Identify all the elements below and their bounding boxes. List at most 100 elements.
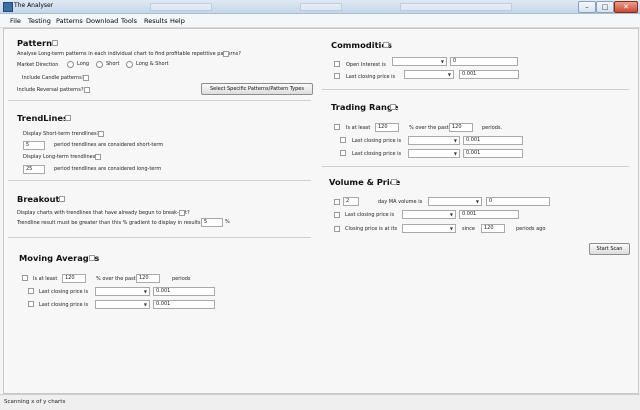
trading-range-enable-checkbox[interactable] bbox=[390, 104, 396, 110]
menu-results[interactable]: Results bbox=[144, 17, 167, 25]
status-text: Scanning x of y charts bbox=[4, 399, 66, 405]
closing-at-its-dropdown[interactable]: ▼ bbox=[402, 224, 456, 233]
maximize-button[interactable]: □ bbox=[596, 1, 614, 13]
menu-file[interactable]: File bbox=[10, 17, 21, 25]
short-term-period-input[interactable]: 5 bbox=[23, 141, 45, 150]
tr-last-close-2-checkbox[interactable] bbox=[340, 150, 346, 156]
breakouts-enable-checkbox[interactable] bbox=[59, 196, 65, 202]
tr-is-at-least-checkbox[interactable] bbox=[334, 124, 340, 130]
commodities-last-close-checkbox[interactable] bbox=[334, 73, 340, 79]
tr-last-close-2-input[interactable]: 0.001 bbox=[463, 149, 523, 158]
commodities-last-close-input[interactable]: 0.001 bbox=[459, 70, 519, 79]
market-direction-label: Market Direction bbox=[17, 62, 59, 68]
close-button[interactable]: ✕ bbox=[614, 1, 638, 13]
direction-long-short-radio[interactable] bbox=[126, 61, 133, 68]
ma-percent-input[interactable]: 120 bbox=[62, 274, 86, 283]
direction-short-radio[interactable] bbox=[96, 61, 103, 68]
section-divider bbox=[322, 89, 629, 90]
short-term-trendlines-label: Display Short-term trendlines? bbox=[23, 131, 100, 137]
tr-periods-label: periods. bbox=[482, 125, 503, 131]
tr-last-close-1-checkbox[interactable] bbox=[340, 137, 346, 143]
select-patterns-button[interactable]: Select Specific Patterns/Pattern Types bbox=[201, 83, 313, 95]
title-bar: The Analyser – □ ✕ bbox=[0, 0, 640, 14]
tr-last-close-1-dropdown[interactable]: ▼ bbox=[408, 136, 460, 145]
long-term-trendlines-checkbox[interactable] bbox=[95, 154, 101, 160]
open-interest-label: Open Interest is bbox=[346, 62, 386, 68]
vp-last-close-input[interactable]: 0.001 bbox=[459, 210, 519, 219]
tr-periods-input[interactable]: 120 bbox=[449, 123, 473, 132]
open-interest-dropdown[interactable]: ▼ bbox=[392, 57, 447, 66]
chevron-down-icon: ▼ bbox=[453, 138, 457, 143]
commodities-enable-checkbox[interactable] bbox=[383, 42, 389, 48]
ma-last-close-1-dropdown[interactable]: ▼ bbox=[95, 287, 150, 296]
ma-periods-input[interactable]: 120 bbox=[136, 274, 160, 283]
ma-is-at-least-checkbox[interactable] bbox=[22, 275, 28, 281]
volume-price-heading: Volume & Price bbox=[329, 177, 401, 187]
since-label: since bbox=[462, 226, 475, 232]
gradient-input[interactable]: 5 bbox=[201, 218, 223, 227]
ma-is-at-least-label: Is at least bbox=[33, 276, 58, 282]
vp-last-close-checkbox[interactable] bbox=[334, 212, 340, 218]
menu-patterns[interactable]: Patterns bbox=[56, 17, 83, 25]
ma-last-close-1-input[interactable]: 0.001 bbox=[153, 287, 215, 296]
menu-download[interactable]: Download bbox=[86, 17, 118, 25]
ma-volume-checkbox[interactable] bbox=[334, 199, 340, 205]
breakout-display-label: Display charts with trendlines that have… bbox=[17, 210, 190, 216]
direction-long-short-label: Long & Short bbox=[136, 61, 169, 67]
chevron-down-icon: ▼ bbox=[447, 72, 451, 77]
chevron-down-icon: ▼ bbox=[143, 289, 147, 294]
tr-last-close-1-label: Last closing price is bbox=[352, 138, 402, 144]
section-divider bbox=[8, 237, 311, 238]
short-term-trendlines-checkbox[interactable] bbox=[98, 131, 104, 137]
chevron-down-icon: ▼ bbox=[143, 302, 147, 307]
breakouts-heading: Breakouts bbox=[17, 194, 65, 204]
tr-last-close-2-label: Last closing price is bbox=[352, 151, 402, 157]
vp-last-close-dropdown[interactable]: ▼ bbox=[402, 210, 456, 219]
long-term-period-input[interactable]: 25 bbox=[23, 165, 45, 174]
ma-last-close-2-input[interactable]: 0.001 bbox=[153, 300, 215, 309]
section-divider bbox=[8, 100, 311, 101]
percent-label: % bbox=[225, 219, 230, 225]
menu-testing[interactable]: Testing bbox=[28, 17, 51, 25]
tr-last-close-2-dropdown[interactable]: ▼ bbox=[408, 149, 460, 158]
tr-percent-input[interactable]: 120 bbox=[375, 123, 399, 132]
trendlines-heading: TrendLines bbox=[17, 113, 68, 123]
patterns-enable-checkbox[interactable] bbox=[52, 40, 58, 46]
menu-bar: File Testing Patterns Download Tools Res… bbox=[0, 14, 640, 28]
long-term-period-label: period trendlines are considered long-te… bbox=[54, 166, 162, 172]
direction-long-radio[interactable] bbox=[67, 61, 74, 68]
ma-volume-dropdown[interactable]: ▼ bbox=[428, 197, 482, 206]
candle-patterns-label: Include Candle patterns? bbox=[22, 75, 85, 81]
analyse-patterns-checkbox[interactable] bbox=[223, 51, 229, 57]
tr-last-close-1-input[interactable]: 0.001 bbox=[463, 136, 523, 145]
closing-at-its-checkbox[interactable] bbox=[334, 226, 340, 232]
moving-averages-heading: Moving Averages bbox=[19, 253, 100, 263]
ma-last-close-2-checkbox[interactable] bbox=[28, 301, 34, 307]
reversal-patterns-checkbox[interactable] bbox=[84, 87, 90, 93]
chevron-down-icon: ▼ bbox=[449, 212, 453, 217]
ma-volume-days-input[interactable]: 2 bbox=[343, 197, 359, 206]
commodities-last-close-dropdown[interactable]: ▼ bbox=[404, 70, 454, 79]
candle-patterns-checkbox[interactable] bbox=[83, 75, 89, 81]
ma-last-close-1-checkbox[interactable] bbox=[28, 288, 34, 294]
moving-averages-enable-checkbox[interactable] bbox=[89, 255, 95, 261]
menu-tools[interactable]: Tools bbox=[121, 17, 137, 25]
minimize-button[interactable]: – bbox=[578, 1, 596, 13]
chevron-down-icon: ▼ bbox=[453, 151, 457, 156]
open-interest-input[interactable]: 0 bbox=[450, 57, 518, 66]
direction-long-label: Long bbox=[77, 61, 90, 67]
patterns-heading: Patterns bbox=[17, 38, 57, 48]
open-interest-checkbox[interactable] bbox=[334, 61, 340, 67]
trendlines-enable-checkbox[interactable] bbox=[65, 115, 71, 121]
day-ma-volume-label: day MA volume is bbox=[378, 199, 423, 205]
breakout-display-checkbox[interactable] bbox=[179, 210, 185, 216]
volume-price-enable-checkbox[interactable] bbox=[391, 179, 397, 185]
menu-help[interactable]: Help bbox=[170, 17, 185, 25]
start-scan-button[interactable]: Start Scan bbox=[589, 243, 630, 255]
background-tab-shadow bbox=[400, 3, 512, 11]
vp-last-close-label: Last closing price is bbox=[345, 212, 395, 218]
ma-volume-input[interactable]: 0 bbox=[486, 197, 550, 206]
chevron-down-icon: ▼ bbox=[440, 59, 444, 64]
ma-last-close-2-dropdown[interactable]: ▼ bbox=[95, 300, 150, 309]
since-periods-input[interactable]: 120 bbox=[481, 224, 505, 233]
